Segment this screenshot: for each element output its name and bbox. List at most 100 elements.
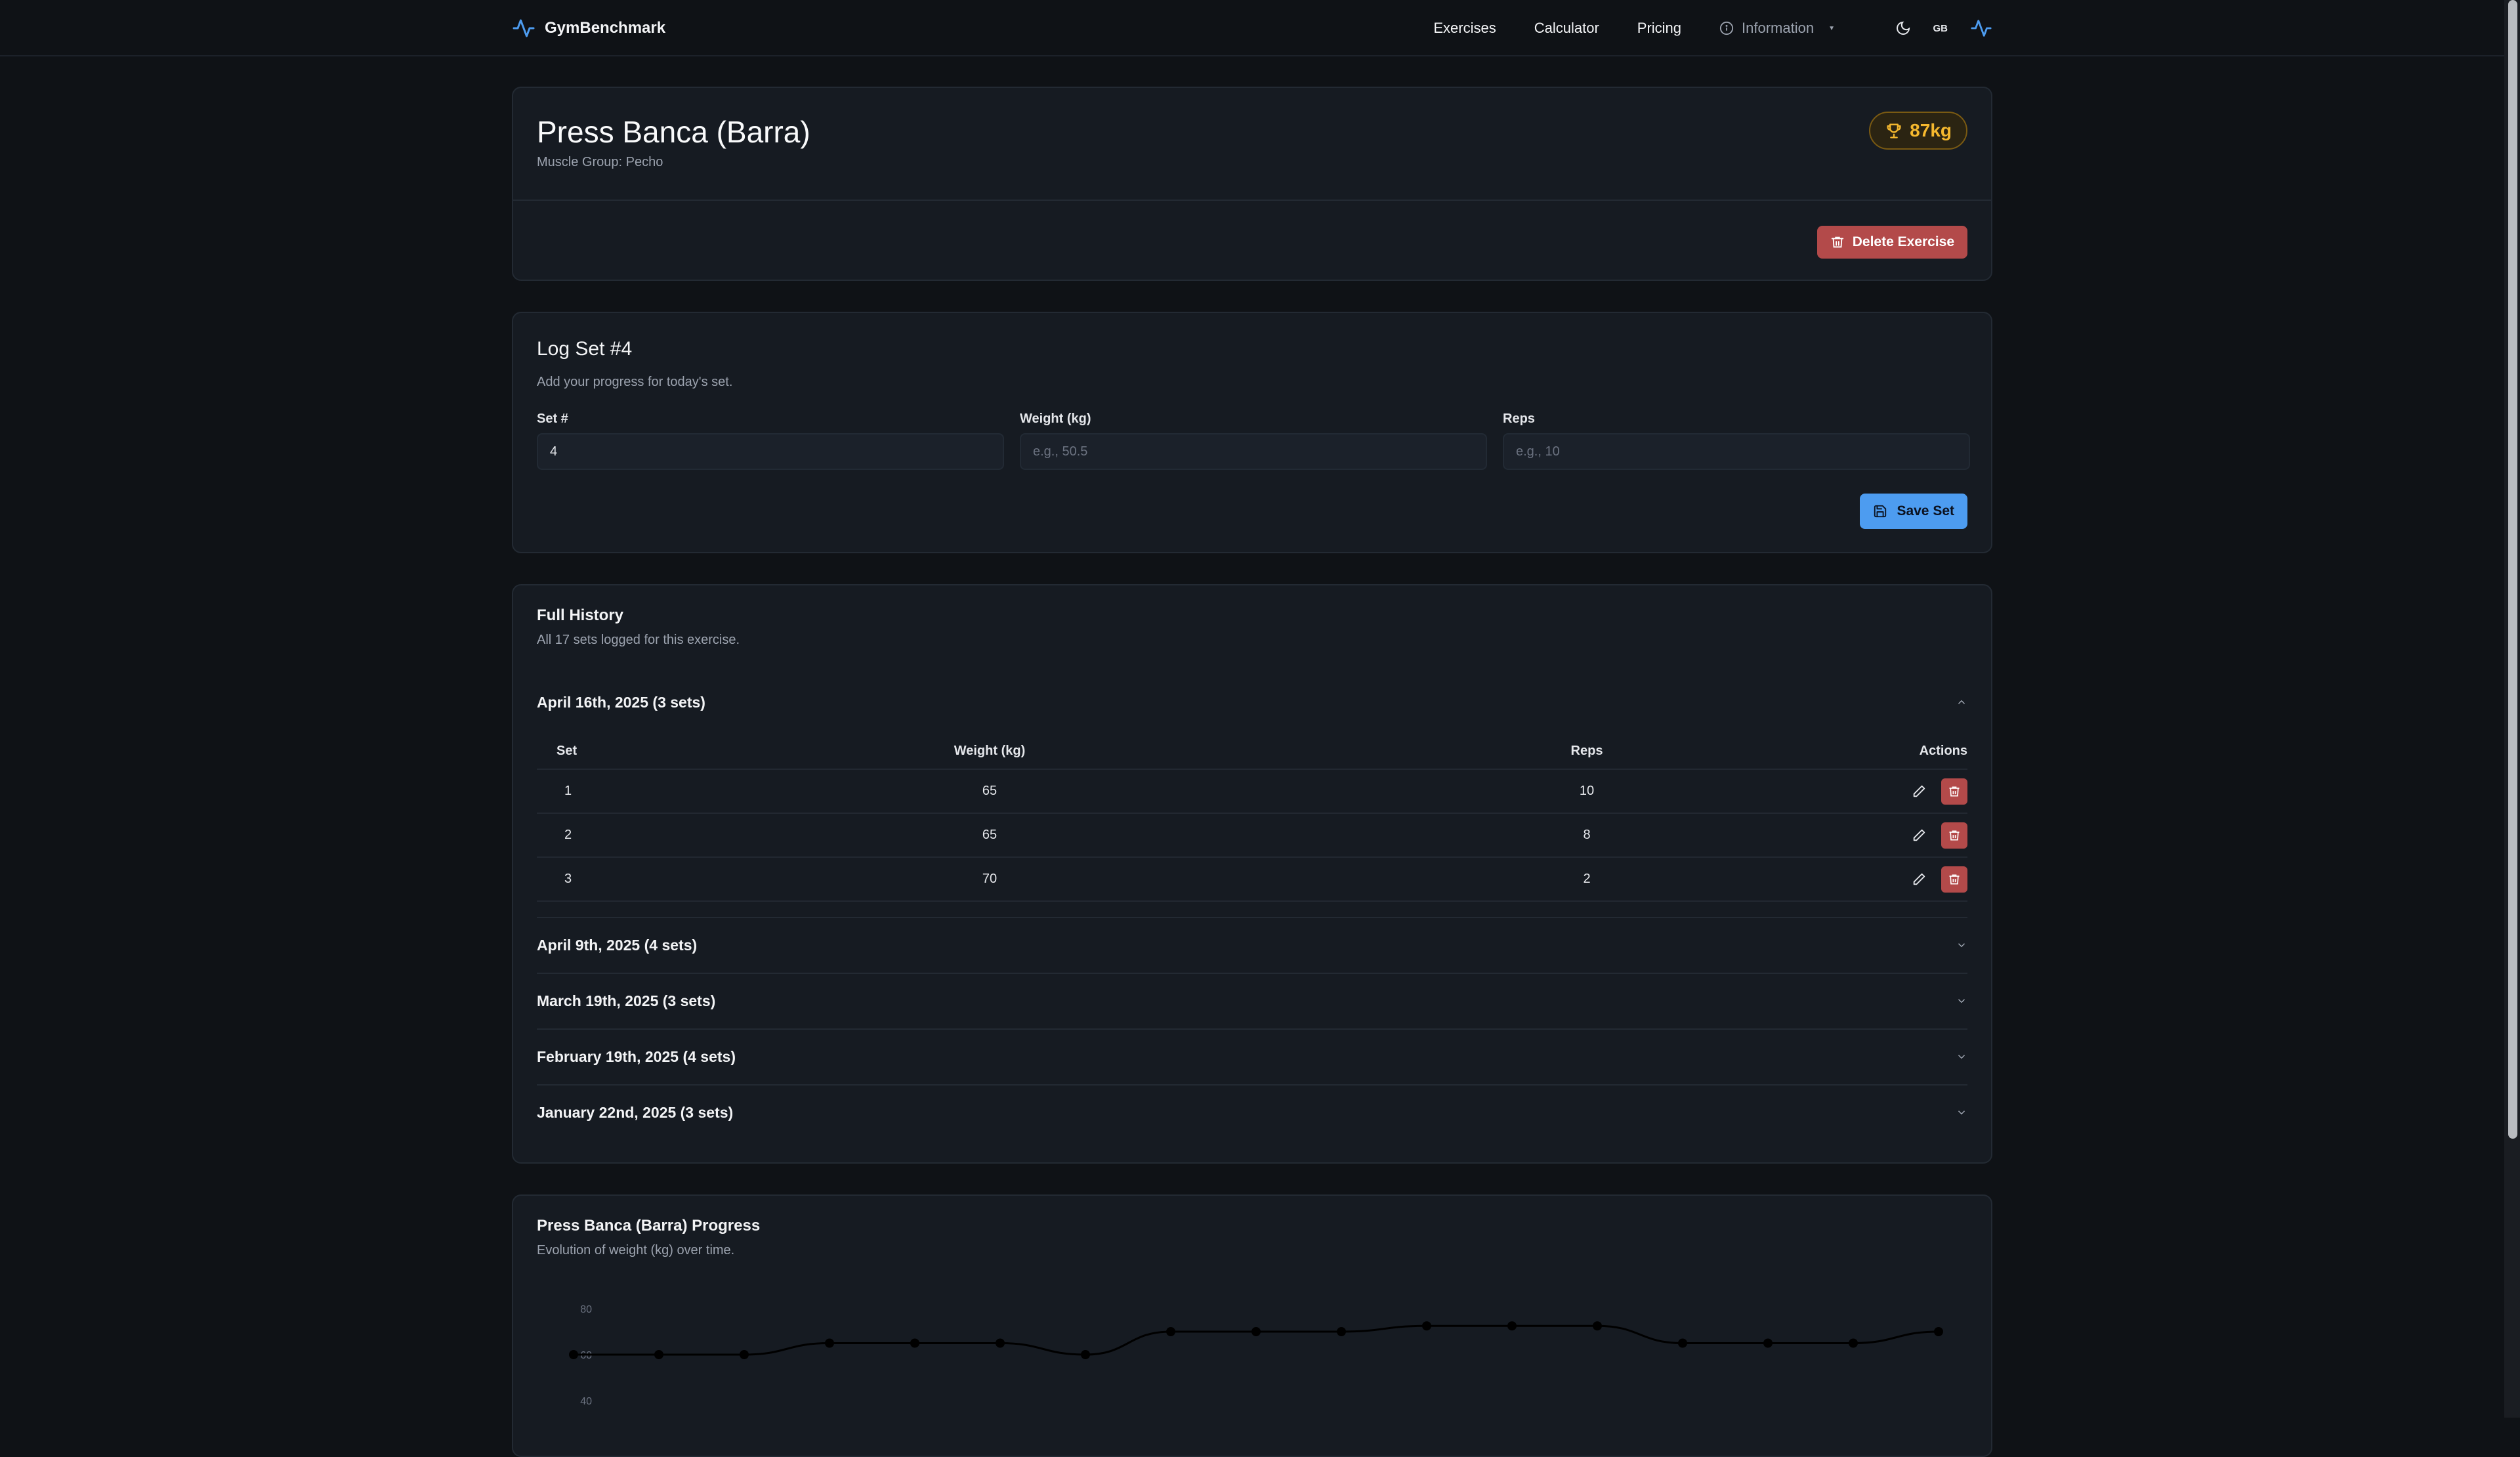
pencil-icon [1913, 829, 1925, 841]
log-set-subtitle: Add your progress for today's set. [537, 375, 733, 389]
trash-icon [1949, 786, 1960, 796]
data-point[interactable] [1166, 1327, 1175, 1336]
history-group-label: February 19th, 2025 (4 sets) [537, 1047, 736, 1065]
table-row: 1 65 10 [537, 770, 1967, 814]
delete-set-button[interactable] [1941, 866, 1967, 893]
delete-set-button[interactable] [1941, 822, 1967, 849]
data-point[interactable] [1081, 1350, 1090, 1359]
main-nav: Exercises Calculator Pricing Information… [1433, 14, 1835, 42]
delete-set-button[interactable] [1941, 778, 1967, 805]
chevron-down-icon [1958, 1110, 1965, 1115]
divider [537, 1028, 1967, 1030]
weight-input[interactable] [1020, 433, 1487, 470]
history-group-header[interactable]: January 22nd, 2025 (3 sets) [537, 1098, 1967, 1127]
weight-cell: 65 [982, 784, 998, 798]
table-header-row: Set Weight (kg) Reps Actions [537, 733, 1967, 770]
language-selector[interactable]: GB [1933, 23, 1948, 34]
moon-icon[interactable] [1895, 20, 1911, 36]
reps-input[interactable] [1503, 433, 1970, 470]
history-group-header[interactable]: April 16th, 2025 (3 sets) [537, 688, 1967, 717]
y-tick-label: 80 [580, 1304, 592, 1315]
set-cell: 1 [564, 784, 572, 798]
activity-logo-icon [513, 19, 535, 37]
row-actions [1862, 814, 1967, 856]
delete-exercise-label: Delete Exercise [1852, 234, 1954, 249]
activity-icon[interactable] [1970, 17, 1992, 39]
column-header-weight: Weight (kg) [954, 743, 1026, 758]
column-header-actions: Actions [1919, 743, 1967, 758]
edit-set-button[interactable] [1906, 778, 1932, 805]
history-table: Set Weight (kg) Reps Actions 1 65 10 2 6… [537, 733, 1967, 902]
row-actions [1862, 858, 1967, 900]
set-cell: 3 [564, 872, 572, 886]
scrollbar-thumb[interactable] [2508, 0, 2517, 1139]
muscle-group-label: Muscle Group: Pecho [537, 155, 663, 169]
table-row: 2 65 8 [537, 814, 1967, 858]
scrollbar[interactable] [2504, 0, 2520, 1418]
table-row: 3 70 2 [537, 858, 1967, 902]
delete-exercise-button[interactable]: Delete Exercise [1816, 226, 1967, 259]
exercise-header-card: Press Banca (Barra) Muscle Group: Pecho … [512, 87, 1992, 281]
data-point[interactable] [1422, 1321, 1431, 1331]
y-tick-label: 40 [580, 1396, 592, 1407]
exercise-title: Press Banca (Barra) [537, 115, 810, 149]
data-point[interactable] [910, 1338, 919, 1348]
edit-set-button[interactable] [1906, 822, 1932, 849]
data-point[interactable] [1763, 1338, 1773, 1348]
history-group-header[interactable]: February 19th, 2025 (4 sets) [537, 1042, 1967, 1071]
weight-label: Weight (kg) [1020, 412, 1091, 426]
data-point[interactable] [996, 1338, 1005, 1348]
save-set-label: Save Set [1897, 503, 1954, 518]
history-group-header[interactable]: March 19th, 2025 (3 sets) [537, 986, 1967, 1015]
brand[interactable]: GymBenchmark [512, 14, 665, 42]
set-number-input[interactable] [537, 433, 1004, 470]
trash-icon [1949, 830, 1960, 840]
set-cell: 2 [564, 828, 572, 842]
weight-cell: 65 [982, 828, 998, 842]
pencil-icon [1913, 873, 1925, 885]
data-point[interactable] [569, 1350, 578, 1359]
history-group-label: April 9th, 2025 (4 sets) [537, 936, 698, 954]
data-point[interactable] [1678, 1338, 1687, 1348]
data-point[interactable] [1251, 1327, 1261, 1336]
data-point[interactable] [654, 1350, 663, 1359]
save-set-button[interactable]: Save Set [1860, 494, 1967, 529]
nav-link-exercises[interactable]: Exercises [1433, 20, 1496, 37]
history-group-header[interactable]: April 9th, 2025 (4 sets) [537, 931, 1967, 960]
reps-label: Reps [1503, 412, 1535, 426]
progress-line-chart: 806040 [569, 1304, 1943, 1407]
history-card: Full History All 17 sets logged for this… [512, 584, 1992, 1164]
reps-cell: 10 [1579, 784, 1595, 798]
trophy-icon [1887, 123, 1901, 138]
personal-record-value: 87kg [1910, 120, 1952, 140]
data-point[interactable] [1849, 1338, 1858, 1348]
history-group-label: March 19th, 2025 (3 sets) [537, 992, 716, 1009]
nav-information-dropdown[interactable]: Information ▼ [1719, 20, 1835, 37]
data-point[interactable] [1337, 1327, 1346, 1336]
trash-icon [1949, 874, 1960, 884]
nav-link-pricing[interactable]: Pricing [1637, 20, 1681, 37]
data-point[interactable] [740, 1350, 749, 1359]
trash-icon [1831, 236, 1843, 248]
chart-subtitle: Evolution of weight (kg) over time. [537, 1243, 735, 1257]
log-set-card: Log Set #4 Add your progress for today's… [512, 312, 1992, 553]
pencil-icon [1913, 785, 1925, 797]
column-header-set: Set [556, 743, 578, 758]
nav-link-calculator[interactable]: Calculator [1534, 20, 1599, 37]
progress-chart-card: Press Banca (Barra) Progress Evolution o… [512, 1194, 1992, 1457]
data-point[interactable] [1593, 1321, 1602, 1331]
edit-set-button[interactable] [1906, 866, 1932, 893]
chevron-up-icon [1958, 700, 1965, 704]
set-number-label: Set # [537, 412, 568, 426]
chevron-down-icon [1958, 943, 1965, 948]
data-point[interactable] [1507, 1321, 1517, 1331]
column-header-reps: Reps [1570, 743, 1603, 758]
nav-tools: GB [1895, 14, 1993, 42]
divider [513, 200, 1991, 201]
brand-name: GymBenchmark [545, 19, 666, 37]
divider [537, 973, 1967, 974]
caret-down-icon: ▼ [1828, 24, 1835, 32]
personal-record-badge: 87kg [1869, 112, 1967, 150]
data-point[interactable] [1934, 1327, 1943, 1336]
data-point[interactable] [825, 1338, 834, 1348]
